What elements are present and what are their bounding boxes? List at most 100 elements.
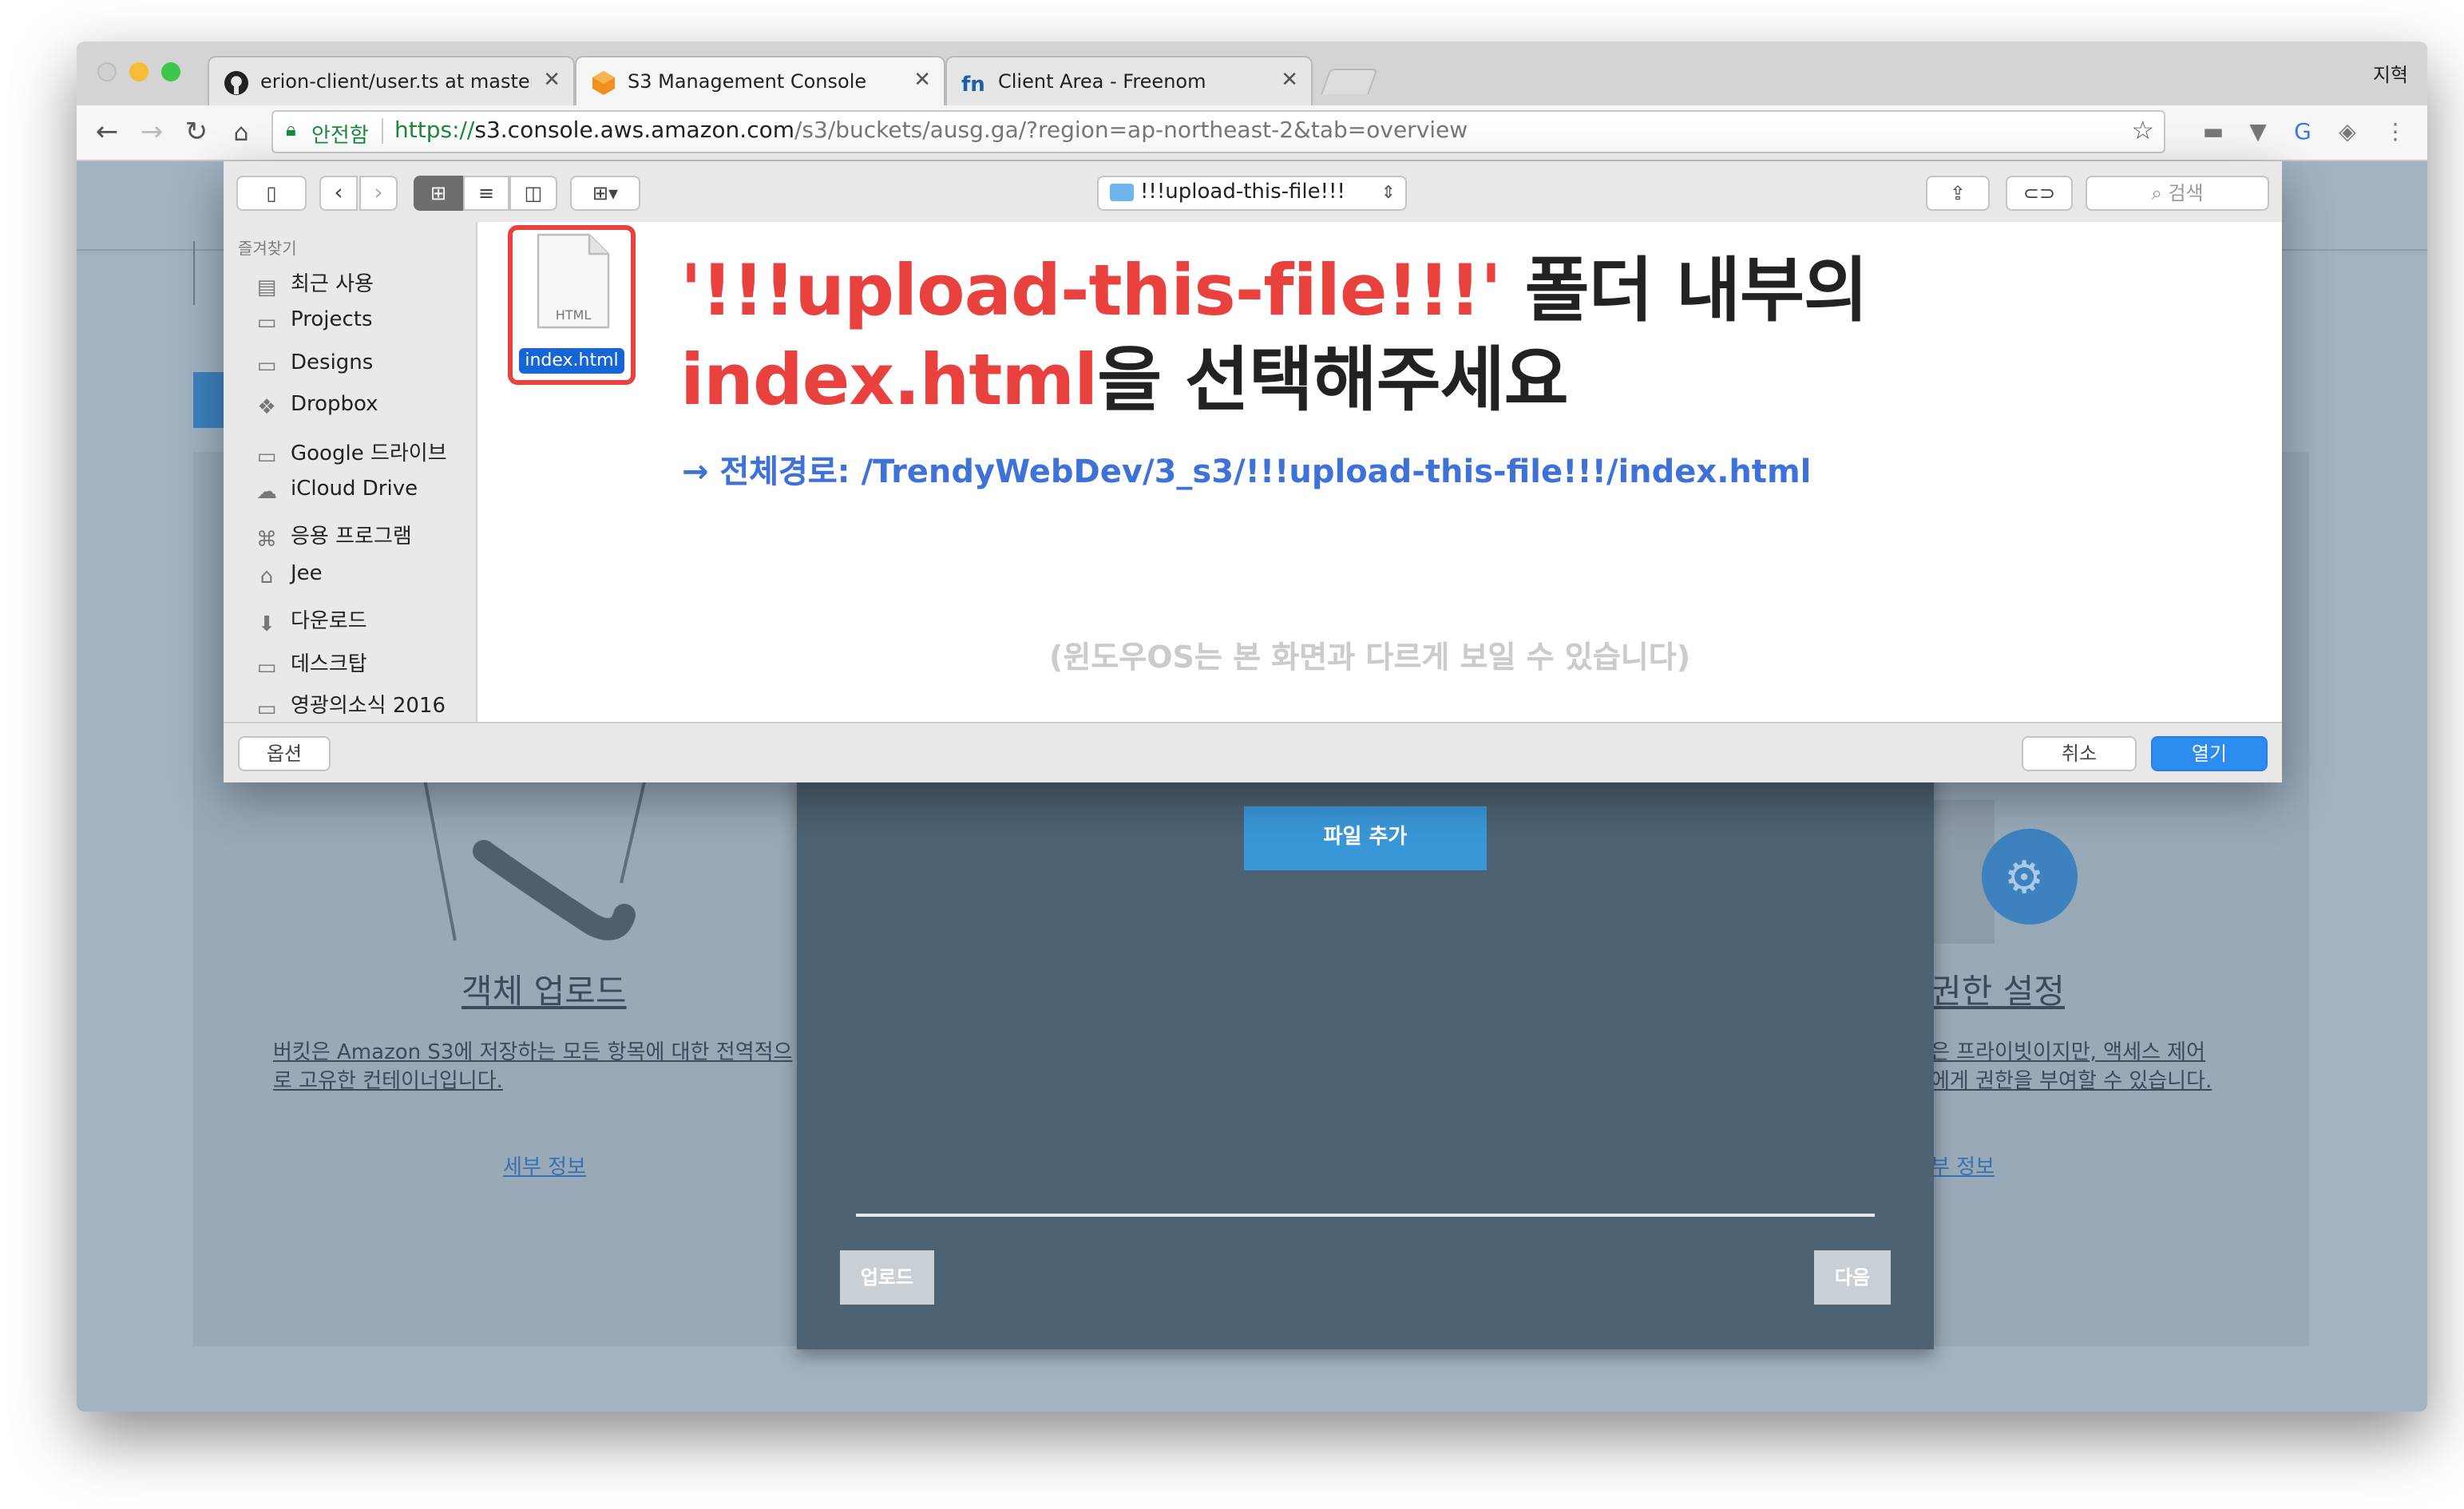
freenom-icon: fn [961, 73, 985, 96]
tab-freenom[interactable]: fn Client Area - Freenom ✕ [945, 56, 1313, 105]
minimize-window-button[interactable] [129, 62, 149, 81]
group-view-icon[interactable]: ⊞▾ [570, 176, 640, 211]
file-item[interactable]: HTML index.html [519, 233, 624, 377]
open-button[interactable]: 열기 [2151, 736, 2268, 771]
instruction-text: 폴더 내부의 [1500, 251, 1868, 332]
tab-title: Client Area - Freenom [998, 70, 1206, 93]
details-link[interactable]: 부 정보 [1931, 1150, 1995, 1180]
column-view-icon[interactable]: ◫ [509, 176, 557, 211]
back-arrow-icon[interactable]: ← [91, 117, 123, 149]
sidebar-item[interactable]: ▭ 영광의소식 2016 [252, 688, 446, 723]
close-icon[interactable]: ✕ [543, 69, 561, 93]
sidebar-item[interactable]: ▭ 데스크탑 [252, 646, 367, 681]
home-icon: ⌂ [259, 564, 274, 589]
sidebar-item-label: Dropbox [291, 393, 378, 418]
dialog-sidebar: 즐겨찾기 ▤ 최근 사용 ▭ Projects ▭ Designs ❖ Dropbox ▭ Goo… [224, 222, 477, 722]
tab-title: S3 Management Console [628, 70, 867, 93]
close-icon[interactable]: ✕ [913, 69, 931, 93]
browser-toolbar: ← → ↻ ⌂ 🔒︎ 안전함 https://s3.console.aws.am… [77, 105, 2427, 161]
menu-dots-icon[interactable]: ⋮ [2383, 120, 2408, 145]
screenshot-root: erion-client/user.ts at master · ✕ S3 Ma… [0, 0, 2464, 1509]
address-bar[interactable]: 🔒︎ 안전함 https://s3.console.aws.amazon.com… [271, 110, 2165, 153]
sidebar-item-label: 영광의소식 2016 [291, 695, 446, 719]
profile-name[interactable]: 지혁 [2373, 61, 2408, 88]
home-icon[interactable]: ⌂ [225, 117, 257, 149]
tab-s3-console[interactable]: S3 Management Console ✕ [575, 56, 945, 105]
bookmark-star-icon[interactable]: ☆ [2131, 115, 2154, 145]
sidebar-item-label: Google 드라이브 [291, 442, 447, 466]
instruction-line-2: index.html을 선택해주세요 [680, 337, 1569, 426]
vue-devtools-icon[interactable]: ▼ [2245, 120, 2271, 145]
svg-text:⚙: ⚙ [2004, 852, 2044, 904]
list-view-icon[interactable]: ≡ [463, 176, 509, 211]
lock-icon: 🔒︎ [286, 118, 296, 141]
reload-icon[interactable]: ↻ [180, 117, 212, 149]
card-title: 권한 설정 [1931, 972, 2065, 1011]
sidebar-item[interactable]: ❖ Dropbox [252, 393, 378, 428]
sidebar-item-label: iCloud Drive [291, 477, 418, 501]
tab-github[interactable]: erion-client/user.ts at master · ✕ [208, 56, 575, 105]
cancel-button[interactable]: 취소 [2022, 736, 2137, 771]
sidebar-item-label: 다운로드 [291, 610, 367, 635]
file-name: index.html [519, 348, 624, 374]
sidebar-item-label: 응용 프로그램 [291, 525, 412, 550]
secure-label: 안전함 [311, 125, 369, 149]
card-title: 객체 업로드 [462, 972, 627, 1011]
database-settings-icon: ⚙ [1934, 800, 2078, 944]
sidebar-item[interactable]: ⌂ Jee [252, 562, 323, 597]
close-window-button[interactable] [97, 62, 117, 81]
sidebar-item[interactable]: ☁ iCloud Drive [252, 477, 418, 513]
sidebar-item[interactable]: ▭ Designs [252, 351, 374, 386]
folder-icon: ▭ [256, 698, 277, 722]
icon-view-icon[interactable]: ⊞ [414, 176, 463, 211]
close-icon[interactable]: ✕ [1281, 69, 1298, 93]
folder-name: !!!upload-this-file!!! [1140, 180, 1345, 204]
zoom-window-button[interactable] [161, 62, 180, 81]
windows-note-text: (윈도우OS는 본 화면과 다르게 보일 수 있습니다) [1049, 640, 1691, 675]
sidebar-section-title: 즐겨찾기 [238, 241, 297, 259]
tab-title: erion-client/user.ts at master · [260, 70, 532, 93]
sidebar-toggle-icon[interactable]: ▯ [236, 176, 307, 211]
folder-icon: ▭ [256, 311, 277, 336]
forward-chevron-icon[interactable]: › [359, 176, 398, 211]
options-button[interactable]: 옵션 [238, 736, 331, 771]
sidebar-item[interactable]: ▤ 최근 사용 [252, 267, 374, 302]
details-link[interactable]: 세부 정보 [503, 1150, 586, 1180]
card-description: 에게 권한을 부여할 수 있습니다. [1931, 1070, 2212, 1094]
sidebar-item[interactable]: ▭ Projects [252, 309, 373, 344]
download-icon: ⬇ [258, 613, 275, 638]
forward-arrow-icon[interactable]: → [136, 117, 168, 149]
url-host: s3.console.aws.amazon.com [474, 118, 794, 144]
folder-highlight-text: '!!!upload-this-file!!!' [680, 251, 1502, 332]
dropbox-icon: ❖ [257, 396, 276, 421]
sidebar-item-label: 최근 사용 [291, 273, 374, 297]
upload-button[interactable]: 업로드 [840, 1250, 934, 1305]
new-tab-button[interactable] [1321, 69, 1378, 94]
card-description: 버킷은 Amazon S3에 저장하는 모든 항목에 대한 전역적으 [273, 1041, 793, 1065]
sidebar-item[interactable]: ⬇ 다운로드 [252, 604, 367, 639]
sidebar-item[interactable]: ▭ Google 드라이브 [252, 435, 447, 470]
folder-icon [1110, 184, 1134, 201]
add-files-button[interactable]: 파일 추가 [1244, 806, 1487, 870]
search-field[interactable]: ⌕ 검색 [2086, 176, 2269, 211]
file-browser-area: HTML index.html '!!!upload-this-file!!!'… [477, 222, 2282, 722]
dialog-footer: 옵션 취소 열기 [224, 722, 2282, 782]
tag-icon[interactable]: ⊂⊃ [2006, 176, 2073, 211]
translate-icon[interactable]: G [2290, 120, 2315, 145]
share-icon[interactable]: ⇪ [1926, 176, 1990, 211]
back-chevron-icon[interactable]: ‹ [319, 176, 358, 211]
sidebar-item-label: Designs [291, 351, 374, 375]
sidebar-item[interactable]: ⌘ 응용 프로그램 [252, 520, 412, 555]
create-bucket-button[interactable] [193, 372, 225, 428]
search-placeholder: 검색 [2168, 182, 2204, 204]
upload-modal: 파일 추가 업로드 다음 [797, 736, 1934, 1349]
progress-divider [856, 1214, 1875, 1217]
folder-selector[interactable]: !!!upload-this-file!!! ⇕ [1097, 176, 1407, 211]
full-path-text: → 전체경로: /TrendyWebDev/3_s3/!!!upload-thi… [682, 452, 1812, 490]
next-button[interactable]: 다음 [1814, 1250, 1891, 1305]
sidebar-item-label: Projects [291, 308, 373, 333]
cast-icon[interactable]: ▬ [2201, 120, 2226, 145]
recents-icon: ▤ [256, 276, 277, 300]
desktop-icon: ▭ [256, 655, 277, 680]
dropbox-extension-icon[interactable]: ◈ [2335, 120, 2360, 145]
